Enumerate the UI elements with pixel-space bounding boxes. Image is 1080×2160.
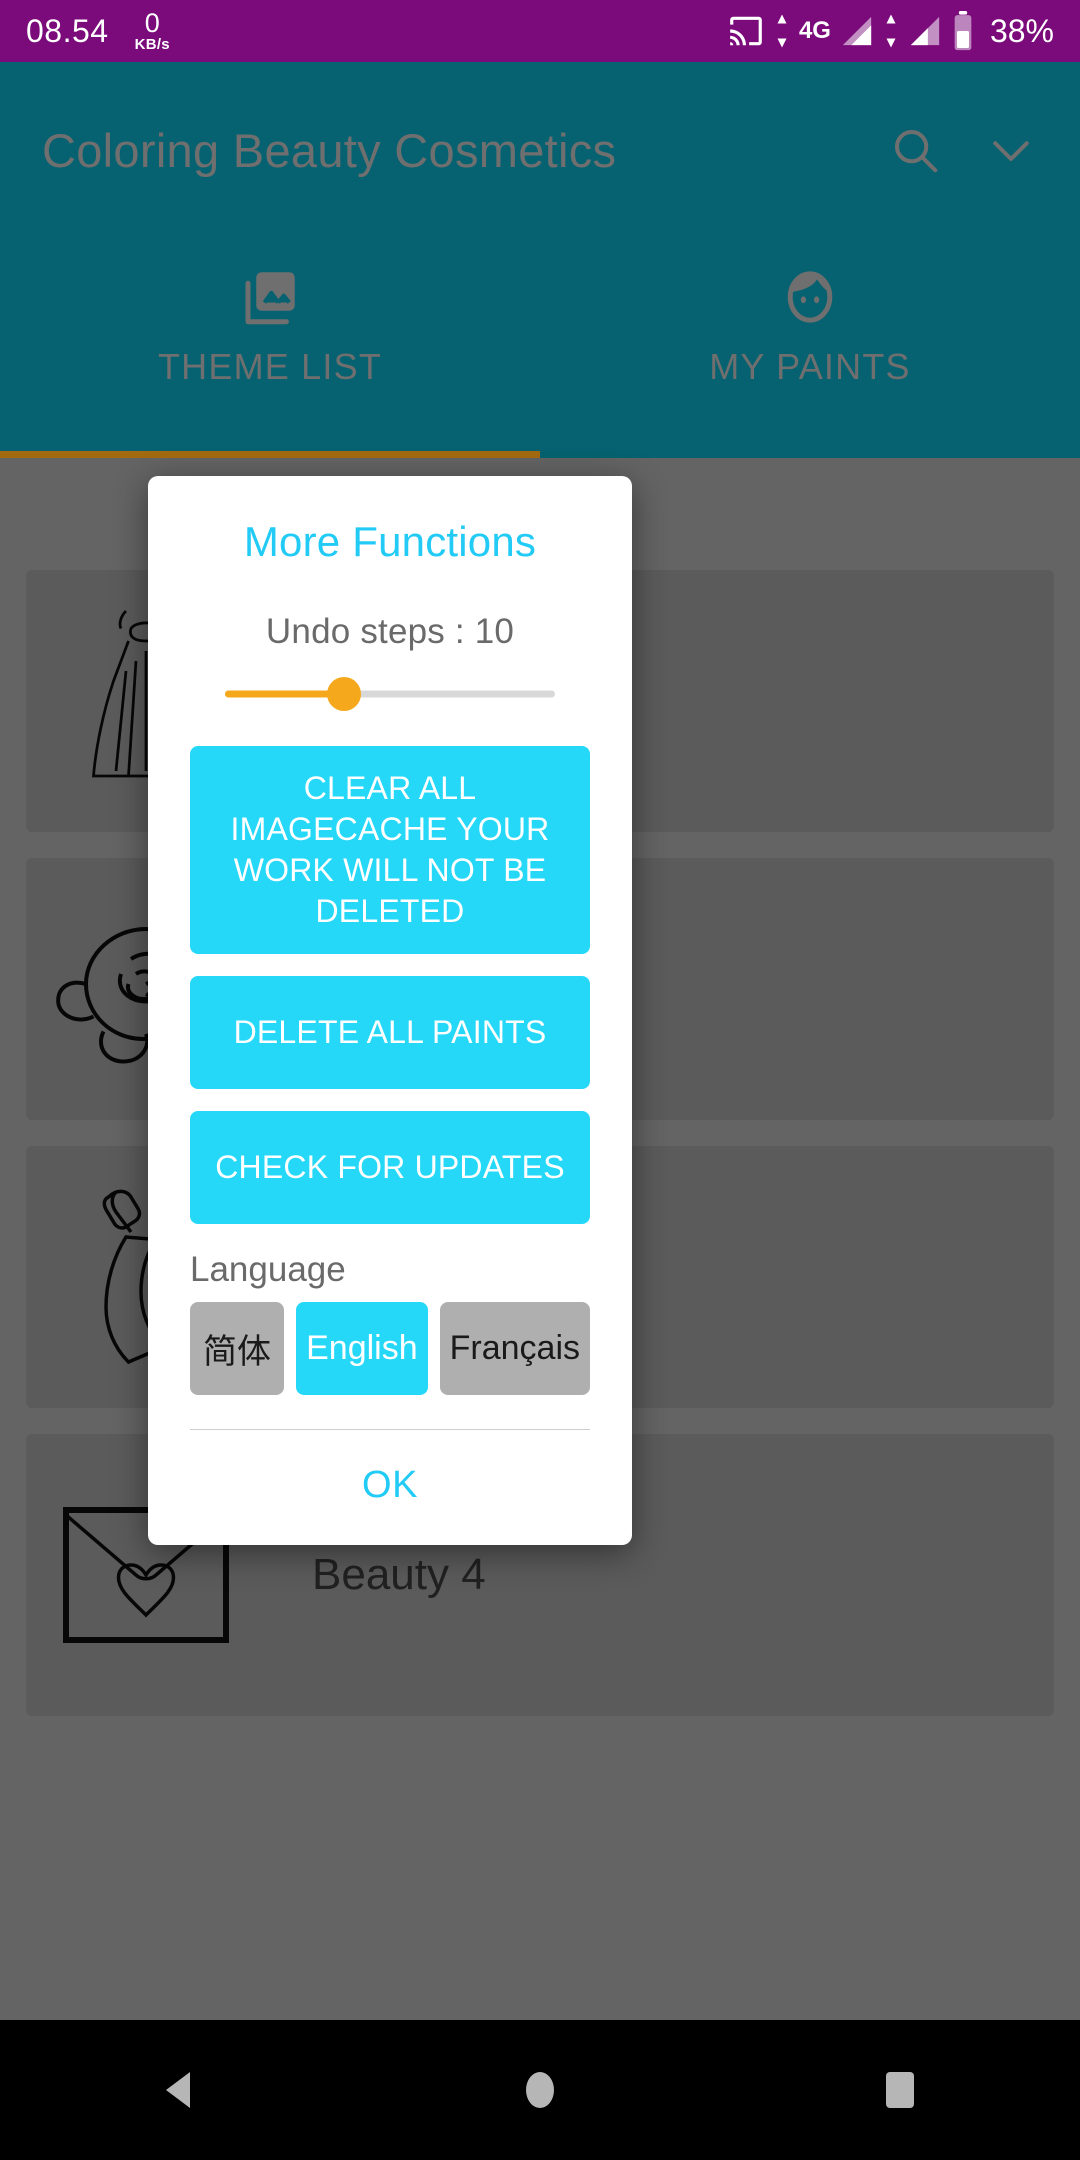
app-bar: Coloring Beauty Cosmetics THEME LIST MY … xyxy=(0,62,1080,458)
app-bar-top-row: Coloring Beauty Cosmetics xyxy=(0,62,1080,238)
battery-percent-label: 38% xyxy=(989,12,1054,49)
tab-my-paints[interactable]: MY PAINTS xyxy=(540,238,1080,458)
overflow-menu-button[interactable] xyxy=(984,123,1038,177)
language-section: Language 简体 English Français xyxy=(148,1246,632,1395)
more-functions-dialog: More Functions Undo steps : 10 CLEAR ALL… xyxy=(148,476,632,1545)
check-for-updates-button[interactable]: CHECK FOR UPDATES xyxy=(190,1110,590,1224)
language-button-english[interactable]: English xyxy=(296,1301,428,1395)
battery-icon xyxy=(954,11,972,51)
status-bar-clock: 08.54 xyxy=(26,12,109,49)
phone-screen: 08.54 0 KB/s 4G 38% Coloring Beauty Cosm… xyxy=(0,0,1080,2160)
collections-icon xyxy=(237,262,303,332)
square-recents-icon xyxy=(886,2072,914,2108)
language-button-group: 简体 English Français xyxy=(148,1301,632,1395)
ok-button[interactable]: OK xyxy=(148,1430,632,1545)
nav-recents-button[interactable] xyxy=(825,2020,975,2160)
status-bar: 08.54 0 KB/s 4G 38% xyxy=(0,0,1080,62)
network-speed-unit: KB/s xyxy=(134,36,170,53)
network-speed-value: 0 xyxy=(144,8,160,38)
tab-active-indicator xyxy=(0,451,540,458)
language-button-simplified-chinese[interactable]: 简体 xyxy=(190,1301,285,1395)
data-arrows-icon xyxy=(777,14,787,48)
system-nav-bar xyxy=(0,2020,1080,2160)
undo-steps-slider[interactable] xyxy=(225,674,555,714)
tab-label-my-paints: MY PAINTS xyxy=(709,346,911,387)
nav-back-button[interactable] xyxy=(105,2020,255,2160)
search-button[interactable] xyxy=(888,123,942,177)
tab-label-theme-list: THEME LIST xyxy=(157,346,383,387)
signal-bars-icon-2 xyxy=(910,16,940,46)
clear-image-cache-button[interactable]: CLEAR ALL IMAGECACHE YOUR WORK WILL NOT … xyxy=(190,746,590,954)
dialog-title: More Functions xyxy=(243,518,537,565)
app-bar-actions xyxy=(888,123,1038,177)
slider-thumb[interactable] xyxy=(326,677,361,711)
nav-home-button[interactable] xyxy=(465,2020,615,2160)
undo-steps-label: Undo steps : 10 xyxy=(265,612,515,651)
face-icon xyxy=(777,262,843,332)
search-icon xyxy=(894,129,938,173)
delete-all-paints-button[interactable]: DELETE ALL PAINTS xyxy=(190,975,590,1089)
page-title: Coloring Beauty Cosmetics xyxy=(42,123,617,177)
undo-steps-section: Undo steps : 10 xyxy=(148,566,632,714)
status-bar-icons: 4G 38% xyxy=(727,11,1054,51)
data-arrows-icon-2 xyxy=(886,14,896,48)
chevron-down-icon xyxy=(993,141,1029,162)
tab-theme-list[interactable]: THEME LIST xyxy=(0,238,540,458)
cast-icon xyxy=(730,16,762,46)
circle-home-icon xyxy=(526,2072,554,2108)
language-button-french[interactable]: Français xyxy=(439,1301,590,1395)
signal-bars-icon-1 xyxy=(842,16,872,46)
network-type-label: 4G xyxy=(798,17,831,44)
triangle-back-icon xyxy=(166,2072,190,2108)
language-label: Language xyxy=(190,1249,346,1289)
tab-bar: THEME LIST MY PAINTS xyxy=(0,238,1080,458)
network-speed-indicator: 0 KB/s xyxy=(134,8,170,53)
